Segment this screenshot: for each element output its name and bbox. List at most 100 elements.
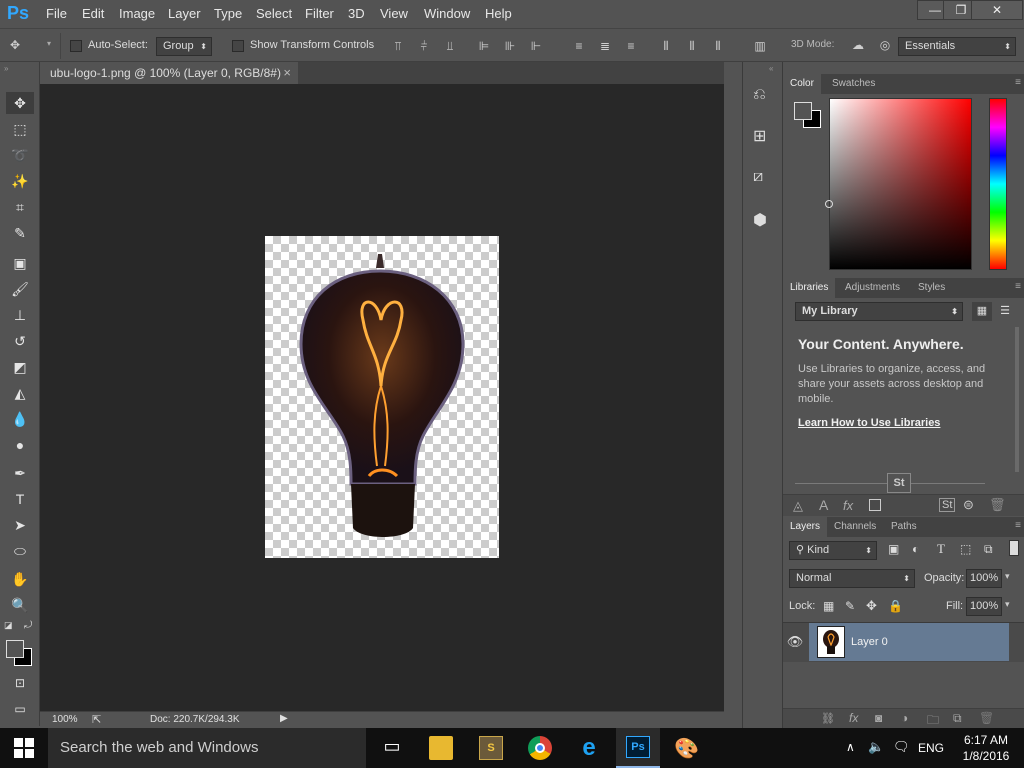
menu-image[interactable]: Image: [119, 6, 155, 21]
default-colors-icon[interactable]: ◪: [4, 620, 13, 631]
hue-slider[interactable]: [989, 98, 1007, 270]
sublime-text-icon[interactable]: S: [479, 736, 503, 760]
document-image[interactable]: [265, 236, 499, 558]
add-character-style-icon[interactable]: A: [819, 497, 828, 513]
panel-menu-icon[interactable]: ≡: [1015, 520, 1021, 531]
tab-libraries[interactable]: Libraries: [783, 278, 836, 298]
menu-layer[interactable]: Layer: [168, 6, 201, 21]
list-view-icon[interactable]: ☰: [995, 302, 1015, 321]
align-right-icon[interactable]: ⊩: [529, 39, 543, 53]
tab-adjustments[interactable]: Adjustments: [838, 278, 907, 298]
windows-start-icon[interactable]: [14, 738, 34, 758]
status-menu-arrow-icon[interactable]: ▶: [280, 713, 288, 724]
tab-paths[interactable]: Paths: [884, 517, 924, 537]
lock-transparent-icon[interactable]: ▦: [823, 599, 834, 613]
crop-tool-icon[interactable]: ⌗: [6, 196, 34, 218]
color-picker-cursor[interactable]: [825, 200, 833, 208]
panel-menu-icon[interactable]: ≡: [1015, 281, 1021, 292]
menu-help[interactable]: Help: [485, 6, 512, 21]
distribute-top-icon[interactable]: ≡: [572, 39, 586, 53]
align-hcenter-icon[interactable]: ⊪: [503, 39, 517, 53]
tray-chevron-icon[interactable]: ∧: [846, 740, 855, 754]
taskbar-search-box[interactable]: Search the web and Windows: [48, 728, 366, 768]
filter-pixel-icon[interactable]: ▣: [888, 542, 899, 556]
blend-mode-dropdown[interactable]: Normal ⬍: [789, 569, 915, 588]
menu-edit[interactable]: Edit: [82, 6, 104, 21]
workspace-dropdown[interactable]: Essentials ⬍: [898, 37, 1016, 56]
distribute-bottom-icon[interactable]: ≡: [624, 39, 638, 53]
fill-input[interactable]: 100%: [966, 597, 1002, 616]
align-vcenter-icon[interactable]: ⫩: [417, 39, 431, 53]
lock-all-icon[interactable]: 🔒: [888, 599, 903, 613]
eyedropper-tool-icon[interactable]: ✎: [6, 222, 34, 244]
filter-shape-icon[interactable]: ⬚: [960, 542, 971, 556]
align-top-icon[interactable]: ⫪: [391, 39, 405, 53]
zoom-tool-icon[interactable]: 🔍: [6, 594, 34, 616]
chrome-icon[interactable]: [528, 736, 552, 760]
clock[interactable]: 6:17 AM 1/8/2016: [956, 732, 1016, 764]
show-transform-checkbox[interactable]: [232, 40, 244, 52]
eraser-tool-icon[interactable]: ◩: [6, 356, 34, 378]
align-bottom-icon[interactable]: ⫫: [443, 39, 457, 53]
hand-tool-icon[interactable]: ✋: [6, 568, 34, 590]
paint-bucket-tool-icon[interactable]: ◭: [6, 382, 34, 404]
zoom-level[interactable]: 100%: [52, 714, 78, 725]
opacity-arrow-icon[interactable]: ▾: [1005, 571, 1010, 582]
menu-file[interactable]: File: [46, 6, 67, 21]
link-layers-icon[interactable]: ⛓: [821, 712, 835, 725]
healing-brush-tool-icon[interactable]: ▣: [6, 252, 34, 274]
libraries-scrollbar[interactable]: [1015, 327, 1019, 472]
history-brush-tool-icon[interactable]: ↺: [6, 330, 34, 352]
fill-arrow-icon[interactable]: ▾: [1005, 599, 1010, 610]
layer-name[interactable]: Layer 0: [851, 636, 888, 648]
file-explorer-icon[interactable]: [429, 736, 453, 760]
new-layer-icon[interactable]: ⧉: [953, 711, 962, 726]
marquee-tool-icon[interactable]: ⬚: [6, 118, 34, 140]
library-dropdown[interactable]: My Library ⬍: [795, 302, 963, 321]
menu-filter[interactable]: Filter: [305, 6, 334, 21]
menu-window[interactable]: Window: [424, 6, 470, 21]
add-graphic-icon[interactable]: ◬: [793, 498, 803, 514]
stock-icon[interactable]: St: [939, 498, 956, 512]
tab-channels[interactable]: Channels: [827, 517, 883, 537]
add-layer-style-icon[interactable]: fx: [843, 498, 853, 513]
panel-menu-icon[interactable]: ≡: [1015, 77, 1021, 88]
collapse-icon[interactable]: »: [4, 64, 8, 73]
add-color-icon[interactable]: [869, 499, 881, 511]
auto-align-icon[interactable]: ▥: [753, 39, 767, 53]
foreground-color-swatch[interactable]: [6, 640, 24, 658]
learn-libraries-link[interactable]: Learn How to Use Libraries: [798, 417, 940, 429]
tool-preset-arrow-icon[interactable]: ▾: [47, 39, 51, 48]
ellipse-tool-icon[interactable]: ⬭: [6, 540, 34, 562]
close-document-icon[interactable]: ×: [283, 62, 291, 84]
language-indicator[interactable]: ENG: [918, 741, 944, 755]
path-selection-tool-icon[interactable]: ➤: [6, 514, 34, 536]
filter-smart-object-icon[interactable]: ⧉: [984, 542, 993, 557]
layer-visibility-eye-icon[interactable]: 👁: [783, 623, 807, 661]
quick-mask-icon[interactable]: ⊡: [6, 672, 34, 694]
properties-panel-icon[interactable]: ⊞: [753, 126, 766, 146]
photoshop-taskbar-item[interactable]: Ps: [616, 728, 660, 768]
layer-style-icon[interactable]: fx: [849, 711, 858, 725]
delete-layer-icon[interactable]: 🗑: [979, 711, 994, 725]
distribute-right-icon[interactable]: ⦀: [711, 39, 725, 53]
tab-styles[interactable]: Styles: [911, 278, 952, 298]
brush-tool-icon[interactable]: 🖌: [6, 278, 34, 300]
menu-select[interactable]: Select: [256, 6, 292, 21]
align-left-icon[interactable]: ⊫: [477, 39, 491, 53]
lasso-tool-icon[interactable]: ➰: [6, 144, 34, 166]
filter-adjustment-icon[interactable]: ◐: [912, 542, 919, 556]
collapse-icon[interactable]: «: [769, 64, 773, 73]
share-icon[interactable]: ⇱: [92, 713, 101, 726]
magic-wand-tool-icon[interactable]: ✨: [6, 170, 34, 192]
swap-colors-icon[interactable]: ⤾: [24, 620, 32, 631]
distribute-hcenter-icon[interactable]: ⦀: [685, 39, 699, 53]
volume-icon[interactable]: 🔈: [868, 739, 884, 755]
pen-tool-icon[interactable]: ✒: [6, 462, 34, 484]
lock-image-icon[interactable]: ✎: [845, 599, 855, 613]
auto-select-dropdown[interactable]: Group ⬍: [156, 37, 212, 56]
3d-panel-icon[interactable]: ⬢: [753, 210, 767, 230]
dodge-tool-icon[interactable]: ●: [6, 434, 34, 456]
menu-3d[interactable]: 3D: [348, 6, 365, 21]
trash-icon[interactable]: 🗑: [989, 497, 1006, 513]
